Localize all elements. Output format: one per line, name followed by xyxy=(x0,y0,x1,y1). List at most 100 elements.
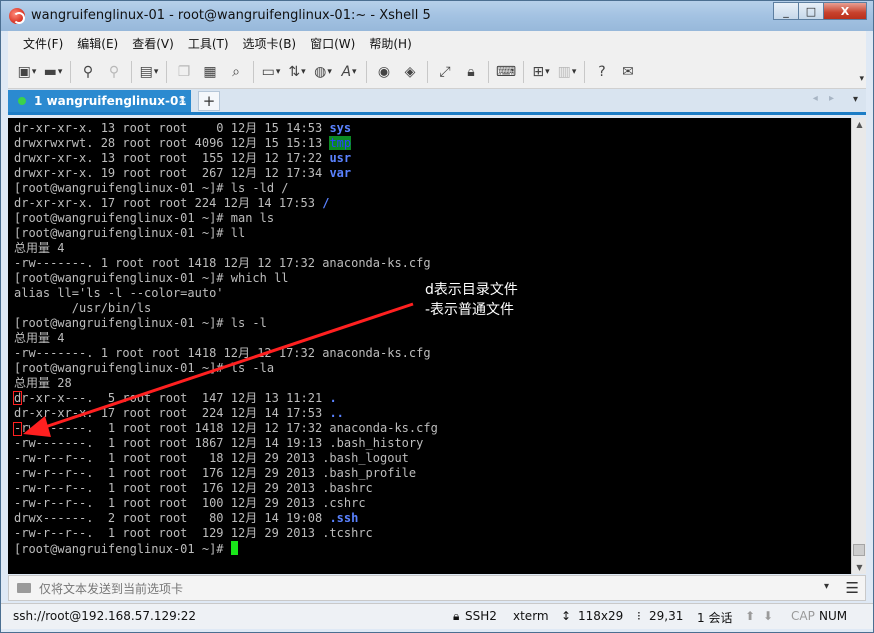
scroll-up-icon[interactable]: ▲ xyxy=(852,120,867,129)
help-icon[interactable]: ? xyxy=(591,61,613,83)
window-controls: _ □ X xyxy=(773,2,867,20)
annotation-box-dash xyxy=(13,422,22,436)
tab-label: 1 wangruifenglinux-01 xyxy=(34,94,187,108)
annotation-text: d表示目录文件 -表示普通文件 xyxy=(425,280,518,320)
vertical-scrollbar[interactable]: ▲ ▼ xyxy=(851,118,866,574)
terminal-line: -rw-r--r--. 1 root root 176 12月 29 2013 … xyxy=(14,481,373,495)
tab-bar: 1 wangruifenglinux-01 × + ◂ ▸ ▾ xyxy=(8,89,866,115)
compose-icon xyxy=(17,583,31,593)
xshell-window: wangruifenglinux-01 - root@wangruifengli… xyxy=(0,0,874,633)
toolbar-separator xyxy=(70,60,71,83)
keyboard-icon[interactable]: ⌨ xyxy=(495,61,517,83)
terminal-prompt[interactable]: [root@wangruifenglinux-01 ~]# xyxy=(14,541,851,556)
menu-tools[interactable]: 工具(T) xyxy=(181,35,236,52)
session-next-icon[interactable]: ⬇ xyxy=(763,609,773,623)
menu-edit[interactable]: 编辑(E) xyxy=(70,35,125,52)
menu-help[interactable]: 帮助(H) xyxy=(362,35,418,52)
terminal-line: dr-xr-x---. 5 root root 147 12月 13 11:21… xyxy=(14,391,337,405)
terminal-output[interactable]: dr-xr-xr-x. 13 root root 0 12月 15 14:53 … xyxy=(8,118,851,574)
status-size: 118x29 xyxy=(578,609,624,623)
layout-icon[interactable]: ▥ xyxy=(556,61,578,83)
connected-status-icon xyxy=(18,97,26,105)
compose-bar[interactable]: 仅将文本发送到当前选项卡 ▾ ☰ xyxy=(8,575,866,601)
terminal-line: 总用量 4 xyxy=(14,241,65,255)
tab-wangruifenglinux-01[interactable]: 1 wangruifenglinux-01 × xyxy=(8,90,191,112)
open-folder-icon[interactable]: ▬ xyxy=(42,61,64,83)
xshell-app-icon xyxy=(9,8,25,24)
terminal-line: dr-xr-xr-x. 17 root root 224 12月 14 17:5… xyxy=(14,196,330,210)
paste-icon[interactable]: ▦ xyxy=(199,61,221,83)
terminal-line: -rw-------. 1 root root 1867 12月 14 19:1… xyxy=(14,436,424,450)
terminal-line: [root@wangruifenglinux-01 ~]# ls -la xyxy=(14,361,275,375)
find-icon[interactable]: ⌕ xyxy=(225,61,247,83)
tab-list-dropdown-icon[interactable]: ▾ xyxy=(853,94,858,105)
terminal-line: drwxr-xr-x. 19 root root 267 12月 12 17:3… xyxy=(14,166,352,180)
compose-input[interactable]: 仅将文本发送到当前选项卡 xyxy=(39,580,183,597)
toolbar-separator xyxy=(488,60,489,83)
minimize-button[interactable]: _ xyxy=(773,2,799,20)
transfer-icon[interactable]: ⇅ xyxy=(286,61,308,83)
status-sessions: 1 会话 xyxy=(697,611,733,625)
terminal-line: -rw-------. 1 root root 1418 12月 12 17:3… xyxy=(14,256,431,270)
terminal-line: [root@wangruifenglinux-01 ~]# ll xyxy=(14,226,246,240)
menu-window[interactable]: 窗口(W) xyxy=(303,35,362,52)
font-icon[interactable]: A xyxy=(338,61,360,83)
tab-close-icon[interactable]: × xyxy=(178,93,187,106)
properties-icon[interactable]: ▤ xyxy=(138,61,160,83)
terminal-line: drwxrwxrwt. 28 root root 4096 12月 15 15:… xyxy=(14,136,352,150)
menu-bar: 文件(F) 编辑(E) 查看(V) 工具(T) 选项卡(B) 窗口(W) 帮助(… xyxy=(8,31,866,55)
add-tab-icon[interactable]: ⊞ xyxy=(530,61,552,83)
lock-icon[interactable]: 🔒︎ xyxy=(460,61,482,83)
terminal-line: drwxr-xr-x. 13 root root 155 12月 12 17:2… xyxy=(14,151,352,165)
title-bar[interactable]: wangruifenglinux-01 - root@wangruifengli… xyxy=(1,1,873,31)
menu-tabs[interactable]: 选项卡(B) xyxy=(236,35,304,52)
print-icon[interactable]: ▭ xyxy=(260,61,282,83)
compose-menu-icon[interactable]: ☰ xyxy=(846,579,859,597)
tab-scroll-arrows[interactable]: ◂ ▸ xyxy=(813,93,838,104)
annotation-box-d xyxy=(13,391,22,405)
fullscreen-icon[interactable]: ⤢ xyxy=(434,61,456,83)
scroll-down-icon[interactable]: ▼ xyxy=(852,563,867,572)
terminal-line: [root@wangruifenglinux-01 ~]# man ls xyxy=(14,211,275,225)
menu-view[interactable]: 查看(V) xyxy=(125,35,181,52)
connect-icon[interactable]: ⚲ xyxy=(77,61,99,83)
lock-status-icon: 🔒︎ xyxy=(453,609,460,623)
toolbar-separator xyxy=(584,60,585,83)
terminal-cursor xyxy=(230,541,238,555)
new-session-icon[interactable]: ▣ xyxy=(16,61,38,83)
chat-icon[interactable]: ✉ xyxy=(617,61,639,83)
toolbar-separator xyxy=(131,60,132,83)
terminal-line: dr-xr-xr-x. 13 root root 0 12月 15 14:53 … xyxy=(14,121,352,135)
toolbar-separator xyxy=(427,60,428,83)
status-bar: ssh://root@192.168.57.129:22 🔒︎ SSH2 xte… xyxy=(1,603,873,629)
terminal-line: -rw-------. 1 root root 1418 12月 12 17:3… xyxy=(14,346,431,360)
terminal-line: dr-xr-xr-x. 17 root root 224 12月 14 17:5… xyxy=(14,406,344,420)
terminal-line: -rw-------. 1 root root 1418 12月 12 17:3… xyxy=(14,421,438,435)
terminal-line: [root@wangruifenglinux-01 ~]# ls -ld / xyxy=(14,181,289,195)
xagent-icon[interactable]: ◈ xyxy=(399,61,421,83)
status-caps: CAP xyxy=(791,609,815,623)
window-title: wangruifenglinux-01 - root@wangruifengli… xyxy=(31,8,431,23)
status-connection: ssh://root@192.168.57.129:22 xyxy=(13,609,197,623)
terminal-line: -rw-r--r--. 1 root root 18 12月 29 2013 .… xyxy=(14,451,409,465)
scroll-thumb[interactable] xyxy=(853,544,865,556)
disconnect-icon[interactable]: ⚲ xyxy=(103,61,125,83)
maximize-button[interactable]: □ xyxy=(798,2,824,20)
toolbar-separator xyxy=(166,60,167,83)
toolbar-separator xyxy=(523,60,524,83)
toolbar-separator xyxy=(366,60,367,83)
copy-icon[interactable]: ❐ xyxy=(173,61,195,83)
toolbar-separator xyxy=(253,60,254,83)
add-tab-button[interactable]: + xyxy=(198,91,220,111)
close-button[interactable]: X xyxy=(823,2,867,20)
status-term: xterm xyxy=(513,609,549,623)
cursor-pos-icon: ⁝ xyxy=(637,609,641,623)
resize-icon: ↕ xyxy=(561,609,572,623)
menu-file[interactable]: 文件(F) xyxy=(16,35,70,52)
compose-target-dropdown-icon[interactable]: ▾ xyxy=(824,581,829,592)
xftp-icon[interactable]: ◉ xyxy=(373,61,395,83)
toolbar-overflow-icon[interactable]: ▾ xyxy=(859,74,864,84)
globe-icon[interactable]: ◍ xyxy=(312,61,334,83)
session-prev-icon[interactable]: ⬆ xyxy=(745,609,755,623)
annotation-line-1: d表示目录文件 xyxy=(425,282,518,298)
